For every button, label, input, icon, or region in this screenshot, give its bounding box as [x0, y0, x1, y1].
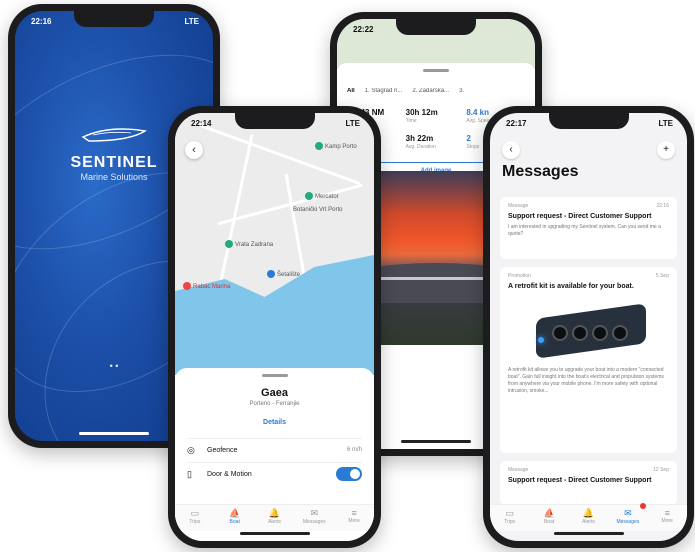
- pin-icon: [183, 281, 191, 290]
- tab-all[interactable]: All: [347, 88, 355, 94]
- message-kind: Promotion: [508, 273, 531, 279]
- menu-icon: ≡: [664, 508, 670, 518]
- tab-trips[interactable]: ▭ Trips: [175, 505, 215, 531]
- back-button[interactable]: ‹: [502, 141, 520, 159]
- tab-alerts[interactable]: 🔔 Alerts: [569, 505, 608, 531]
- stat-time: 30h 12m Time: [405, 108, 438, 124]
- phone-messages: 22:17 LTE ‹ + Messages Message 22:16 Supp…: [483, 106, 694, 548]
- geofence-row[interactable]: ◎ Geofence 6 m/h: [187, 438, 362, 461]
- door-motion-toggle[interactable]: [336, 467, 362, 481]
- retrofit-device-image: [524, 301, 654, 361]
- message-card[interactable]: Message 22:16 Support request - Direct Cu…: [500, 197, 677, 259]
- status-led: [537, 337, 544, 343]
- map-pin-vrata[interactable]: Vrata Zadrana: [225, 239, 273, 248]
- message-kind: Message: [508, 467, 529, 473]
- geofence-value: 6 m/h: [346, 447, 362, 453]
- message-kind: Message: [508, 203, 529, 209]
- tab-trip-2[interactable]: 2. Zadarska...: [412, 88, 449, 94]
- compose-button[interactable]: +: [657, 141, 675, 159]
- status-bar: 22:17 LTE: [506, 119, 673, 131]
- back-button[interactable]: ‹: [185, 141, 203, 159]
- messages-screen: 22:17 LTE ‹ + Messages Message 22:16 Supp…: [490, 113, 687, 541]
- bell-icon: 🔔: [268, 508, 281, 518]
- status-time: 22:16: [31, 17, 52, 26]
- status-bar: 22:16 LTE: [31, 17, 199, 29]
- status-bar: 22:14 LTE: [191, 119, 360, 131]
- geofence-icon: ◎: [187, 444, 195, 455]
- boat-location: Porteno - Ferranjie: [249, 401, 300, 407]
- home-indicator: [239, 532, 310, 535]
- message-body: I am interested in upgrading my Sentinel…: [508, 224, 661, 237]
- trip-tabs: All 1. Stagrad n... 2. Zadarska... 3.: [337, 88, 535, 94]
- tab-more[interactable]: ≡ More: [648, 505, 687, 531]
- tab-bar: ▭ Trips ⛵ Boat 🔔 Alerts ✉ Messages ≡ More: [490, 503, 687, 531]
- tab-trip-1[interactable]: 1. Stagrad n...: [365, 88, 403, 94]
- tab-boat[interactable]: ⛵ Boat: [529, 505, 568, 531]
- home-indicator: [553, 532, 624, 535]
- map-pin-camp[interactable]: Kamp Porto: [315, 141, 357, 150]
- door-motion-label: Door & Motion: [207, 470, 252, 478]
- phone-boat-map: 22:14 LTE Kamp Porto Mercator Botanički …: [168, 106, 381, 548]
- envelope-icon: ✉: [624, 508, 632, 518]
- message-title: A retrofit kit is available for your boa…: [508, 283, 634, 290]
- boat-location-icon: [267, 269, 275, 278]
- page-title: Messages: [502, 163, 579, 180]
- message-body: A retrofit kit allows you to upgrade you…: [508, 367, 664, 394]
- map-pin-marina[interactable]: Rabac Marina: [183, 281, 230, 290]
- trips-icon: ▭: [505, 508, 514, 518]
- stat-avg-duration: 3h 22m Avg. Duration: [405, 134, 436, 150]
- status-time: 22:14: [191, 119, 212, 128]
- message-title: Support request - Direct Customer Suppor…: [508, 477, 652, 484]
- tab-trips[interactable]: ▭ Trips: [490, 505, 529, 531]
- tab-trip-3[interactable]: 3.: [459, 88, 464, 94]
- boat-name: Gaea: [261, 387, 288, 399]
- tab-more[interactable]: ≡ More: [334, 505, 374, 531]
- tab-messages[interactable]: ✉ Messages: [608, 503, 647, 531]
- tab-alerts[interactable]: 🔔 Alerts: [255, 505, 295, 531]
- map-pin-mercator[interactable]: Mercator: [305, 191, 339, 200]
- message-date: 5 Sep: [655, 273, 669, 279]
- bell-icon: 🔔: [582, 508, 595, 518]
- envelope-icon: ✉: [310, 508, 319, 518]
- tab-messages[interactable]: ✉ Messages: [294, 505, 334, 531]
- sheet-grabber[interactable]: [261, 374, 288, 377]
- boat-map[interactable]: Kamp Porto Mercator Botanički Vrt Porto …: [175, 113, 374, 375]
- map-pin-promenade[interactable]: Šetalište: [267, 269, 300, 278]
- geofence-label: Geofence: [207, 446, 238, 454]
- pin-icon: [225, 239, 233, 248]
- status-carrier: LTE: [345, 119, 360, 128]
- tab-boat[interactable]: ⛵ Boat: [215, 505, 255, 531]
- message-date: 22:16: [656, 203, 669, 209]
- pin-icon: [305, 191, 313, 200]
- boat-screen: 22:14 LTE Kamp Porto Mercator Botanički …: [175, 113, 374, 541]
- details-link[interactable]: Details: [175, 419, 374, 426]
- boat-icon: ⛵: [543, 508, 555, 518]
- status-carrier: LTE: [184, 17, 199, 26]
- message-card[interactable]: Message 12 Sep Support request - Direct C…: [500, 461, 677, 505]
- pin-icon: [315, 141, 323, 150]
- unread-badge: [639, 503, 646, 509]
- message-title: Support request - Direct Customer Suppor…: [508, 213, 652, 220]
- tab-bar: ▭ Trips ⛵ Boat 🔔 Alerts ✉ Messages ≡ More: [175, 504, 374, 531]
- home-indicator: [401, 440, 471, 443]
- status-carrier: LTE: [658, 119, 673, 128]
- message-date: 12 Sep: [653, 467, 669, 473]
- door-icon: ▯: [187, 468, 192, 479]
- promotion-card[interactable]: Promotion 5 Sep A retrofit kit is availab…: [500, 267, 677, 453]
- boat-icon: ⛵: [229, 508, 241, 518]
- door-motion-row[interactable]: ▯ Door & Motion: [187, 462, 362, 485]
- trips-icon: ▭: [190, 508, 200, 518]
- sheet-grabber[interactable]: [423, 69, 449, 72]
- boat-logo-icon: [81, 128, 147, 142]
- menu-icon: ≡: [351, 508, 357, 518]
- status-time: 22:17: [506, 119, 527, 128]
- status-bar: 22:22: [353, 25, 521, 37]
- home-indicator: [79, 432, 149, 435]
- status-time: 22:22: [353, 25, 374, 34]
- map-label-garden: Botanički Vrt Porto: [293, 207, 343, 213]
